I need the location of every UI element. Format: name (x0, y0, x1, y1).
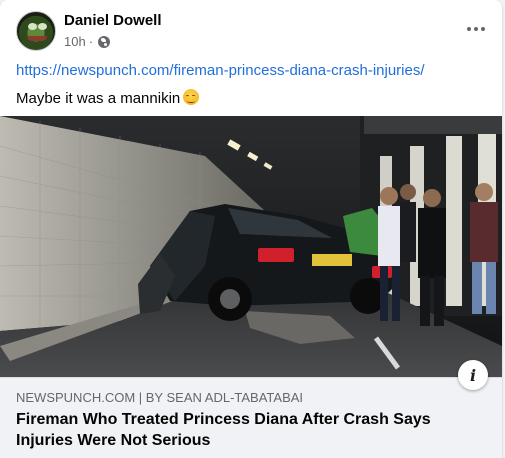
crash-scene-photo (0, 116, 502, 377)
link-source: NEWSPUNCH.COM | BY SEAN ADL-TABATABAI (16, 390, 304, 405)
emoji-eye (192, 95, 196, 97)
link-preview-image[interactable] (0, 116, 502, 377)
more-dot-icon (481, 27, 485, 31)
globe-icon[interactable] (98, 35, 111, 48)
more-dot-icon (474, 27, 478, 31)
post-meta: 10h · (64, 34, 111, 49)
link-preview-info[interactable]: i NEWSPUNCH.COM | BY SEAN ADL-TABATABAI … (0, 360, 502, 458)
post-card: Daniel Dowell 10h · https://newspunch.co… (0, 0, 502, 458)
avatar-eye-left (28, 23, 37, 30)
post-caption-text: Maybe it was a mannikin (16, 90, 181, 107)
avatar-mouth (27, 36, 47, 41)
avatar[interactable] (16, 11, 56, 51)
post-body: https://newspunch.com/fireman-princess-d… (16, 60, 486, 110)
author-name[interactable]: Daniel Dowell (64, 12, 162, 29)
relieved-face-emoji-icon (183, 89, 200, 105)
post-link[interactable]: https://newspunch.com/fireman-princess-d… (16, 60, 486, 82)
meta-separator: · (88, 34, 94, 49)
avatar-eye-right (38, 23, 47, 30)
post-timestamp[interactable]: 10h (64, 34, 86, 49)
more-dot-icon (467, 27, 471, 31)
post-header: Daniel Dowell 10h · (16, 11, 486, 53)
info-icon[interactable]: i (458, 360, 488, 390)
more-options-button[interactable] (458, 17, 494, 41)
link-headline[interactable]: Fireman Who Treated Princess Diana After… (16, 409, 486, 451)
post-caption: Maybe it was a mannikin (16, 88, 486, 110)
